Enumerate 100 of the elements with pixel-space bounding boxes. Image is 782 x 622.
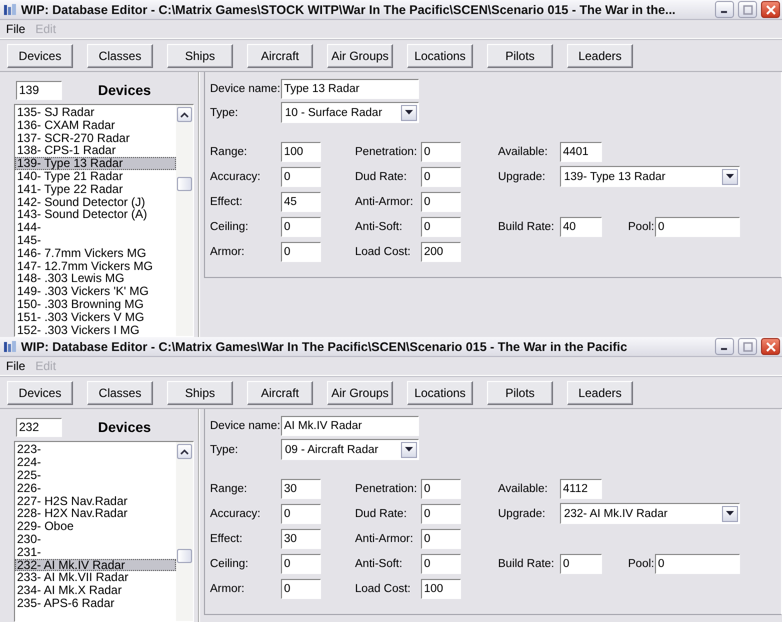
nav-button[interactable]: Pilots [487, 44, 553, 68]
field-label: Anti-Armor: [355, 196, 414, 208]
list-item[interactable]: 152- .303 Vickers I MG [15, 324, 176, 336]
list-item[interactable]: 143- Sound Detector (A) [15, 208, 176, 222]
list-item[interactable]: 232- AI Mk.IV Radar [15, 558, 176, 572]
input-field[interactable]: 0 [281, 554, 321, 574]
nav-button[interactable]: Ships [167, 44, 233, 68]
input-field[interactable]: 0 [421, 216, 461, 236]
nav-button[interactable]: Devices [7, 44, 73, 68]
input-field[interactable]: 0 [421, 528, 461, 549]
nav-button[interactable]: Leaders [567, 381, 633, 406]
scroll-thumb[interactable] [177, 549, 192, 564]
close-button[interactable] [761, 338, 780, 356]
menu-item[interactable]: File [6, 22, 26, 36]
list-item[interactable]: 224- [15, 456, 176, 469]
minimize-button[interactable] [715, 338, 734, 356]
list-item[interactable]: 231- [15, 546, 176, 559]
input-field[interactable]: 4112 [560, 478, 602, 499]
input-field[interactable]: 40 [560, 216, 602, 236]
nav-button[interactable]: Air Groups [327, 44, 393, 68]
list-item[interactable]: 151- .303 Vickers V MG [15, 310, 176, 324]
scroll-up-button[interactable] [177, 444, 192, 460]
upgrade-dropdown[interactable]: 232- AI Mk.IV Radar [560, 503, 740, 524]
scrollbar[interactable] [176, 105, 193, 336]
field-label: Type: [210, 106, 240, 118]
list-item[interactable]: 235- APS-6 Radar [15, 596, 176, 610]
list-item[interactable]: 150- .303 Browning MG [15, 298, 176, 311]
input-field[interactable]: 100 [281, 142, 321, 162]
input-field[interactable]: 0 [281, 216, 321, 236]
list-item[interactable]: 137- SCR-270 Radar [15, 132, 176, 144]
upgrade-dropdown[interactable]: 139- Type 13 Radar [560, 166, 740, 187]
nav-button[interactable]: Leaders [567, 44, 633, 68]
list-item[interactable]: 223- [15, 443, 176, 456]
input-field[interactable]: 0 [655, 554, 740, 574]
input-field[interactable]: 45 [281, 192, 321, 212]
nav-button[interactable]: Pilots [487, 381, 553, 406]
input-field[interactable]: 0 [281, 166, 321, 186]
input-field[interactable]: 0 [421, 504, 461, 524]
list-item[interactable]: 230- [15, 532, 176, 546]
input-field[interactable]: 200 [421, 242, 461, 262]
maximize-icon [742, 4, 752, 14]
list-item[interactable]: 146- 7.7mm Vickers MG [15, 246, 176, 260]
input-field[interactable]: 0 [560, 554, 602, 574]
list-item[interactable]: 144- [15, 221, 176, 234]
list-item[interactable]: 139- Type 13 Radar [15, 157, 176, 170]
list-item[interactable]: 225- [15, 468, 176, 482]
list-item[interactable]: 233- AI Mk.VII Radar [15, 571, 176, 584]
list-item[interactable]: 149- .303 Vickers 'K' MG [15, 285, 176, 298]
input-field[interactable]: 0 [421, 142, 461, 162]
nav-button[interactable]: Classes [87, 381, 153, 406]
close-button[interactable] [761, 1, 780, 18]
menu-item[interactable]: File [6, 359, 26, 374]
list-item[interactable]: 145- [15, 234, 176, 247]
field-label: Penetration: [355, 482, 418, 495]
device-name-field[interactable]: AI Mk.IV Radar [281, 416, 419, 436]
list-item[interactable]: 226- [15, 482, 176, 495]
nav-button[interactable]: Locations [407, 44, 473, 68]
input-field[interactable]: 30 [281, 478, 321, 499]
input-field[interactable]: 0 [655, 216, 740, 236]
list-item[interactable]: 148- .303 Lewis MG [15, 272, 176, 286]
input-field[interactable]: 0 [281, 578, 321, 599]
search-field[interactable]: 232 [16, 418, 62, 437]
search-field[interactable]: 139 [16, 80, 62, 100]
list-item[interactable]: 234- AI Mk.X Radar [15, 584, 176, 597]
field-label: Armor: [210, 246, 246, 258]
nav-button[interactable]: Aircraft [247, 44, 313, 68]
nav-button[interactable]: Air Groups [327, 381, 393, 406]
type-dropdown[interactable]: 10 - Surface Radar [281, 102, 419, 123]
input-field[interactable]: 100 [421, 578, 461, 599]
scroll-up-button[interactable] [177, 107, 192, 122]
device-name-field[interactable]: Type 13 Radar [281, 79, 419, 99]
list-item[interactable]: 228- H2X Nav.Radar [15, 507, 176, 520]
type-dropdown[interactable]: 09 - Aircraft Radar [281, 439, 419, 460]
input-field[interactable]: 0 [281, 504, 321, 524]
list-item[interactable]: 229- Oboe [15, 520, 176, 533]
field-label: Device name: [210, 420, 281, 432]
nav-button[interactable]: Locations [407, 381, 473, 406]
list-item[interactable]: 135- SJ Radar [15, 106, 176, 119]
scrollbar[interactable] [176, 442, 193, 621]
field-label: Build Rate: [498, 558, 556, 570]
input-field[interactable]: 0 [421, 192, 461, 212]
list-item[interactable]: 142- Sound Detector (J) [15, 196, 176, 208]
list-item[interactable]: 141- Type 22 Radar [15, 182, 176, 196]
input-field[interactable]: 0 [421, 554, 461, 574]
nav-button[interactable]: Aircraft [247, 381, 313, 406]
list-item[interactable]: 136- CXAM Radar [15, 118, 176, 132]
list-item[interactable]: 227- H2S Nav.Radar [15, 494, 176, 508]
nav-button[interactable]: Classes [87, 44, 153, 68]
input-field[interactable]: 0 [421, 478, 461, 499]
list-item[interactable]: 140- Type 21 Radar [15, 170, 176, 183]
input-field[interactable]: 0 [421, 166, 461, 186]
minimize-button[interactable] [715, 1, 734, 18]
input-field[interactable]: 30 [281, 528, 321, 549]
list-item[interactable]: 138- CPS-1 Radar [15, 144, 176, 158]
input-field[interactable]: 4401 [560, 142, 602, 162]
input-field[interactable]: 0 [281, 242, 321, 262]
scroll-thumb[interactable] [177, 177, 192, 191]
nav-button[interactable]: Devices [7, 381, 73, 406]
nav-button[interactable]: Ships [167, 381, 233, 406]
list-item[interactable]: 147- 12.7mm Vickers MG [15, 260, 176, 272]
